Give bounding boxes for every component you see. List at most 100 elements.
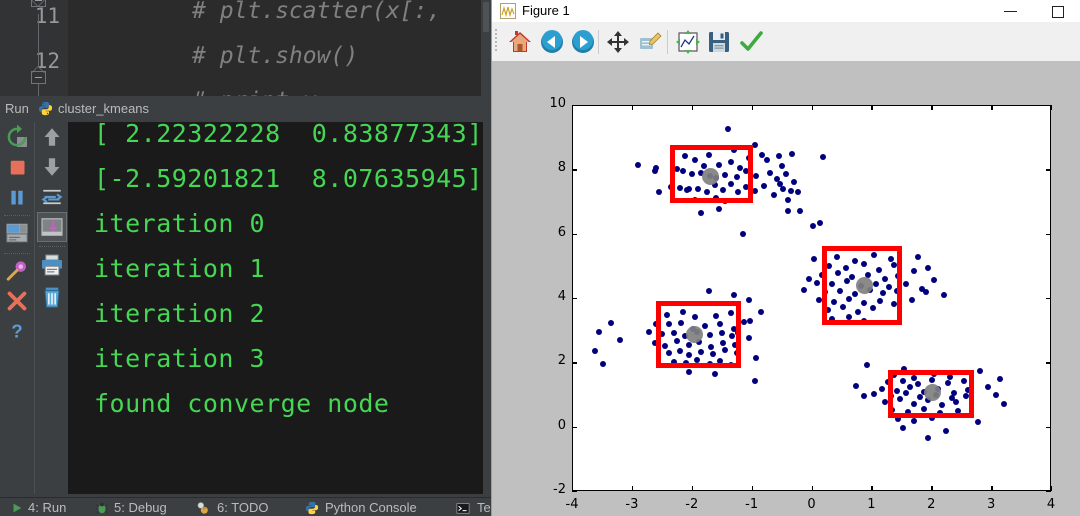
- scatter-point: [753, 354, 760, 361]
- status-tab-python-console[interactable]: Python Console: [325, 500, 417, 515]
- terminal-icon: [456, 503, 470, 514]
- editor-gutter[interactable]: 11 12 13: [0, 0, 68, 118]
- green-check-icon: [740, 31, 763, 51]
- y-axis-tick-label: 0: [557, 417, 566, 433]
- rerun-button[interactable]: [2, 122, 32, 152]
- y-axis-tick-mark: [572, 491, 577, 493]
- scatter-point: [915, 253, 922, 260]
- y-axis-tick-mark: [572, 169, 577, 171]
- code-line: # plt.scatter(x[:,: [192, 0, 442, 24]
- close-x-icon: [7, 291, 27, 311]
- x-axis-tick-mark: [991, 486, 993, 491]
- scatter-point: [715, 205, 722, 212]
- save-figure-button[interactable]: [705, 28, 733, 56]
- code-editor[interactable]: 11 12 13 # plt.scatter(x[:, # plt.show()…: [0, 0, 491, 118]
- scatter-point: [652, 164, 659, 171]
- scatter-point: [784, 196, 791, 203]
- scatter-point: [724, 126, 731, 133]
- status-tab-terminal[interactable]: Te: [477, 500, 491, 515]
- editor-scrollbar[interactable]: [481, 0, 491, 96]
- x-axis-tick-mark: [931, 486, 933, 491]
- run-tool-window-header: Run cluster_kmeans: [0, 96, 491, 122]
- run-configuration-name[interactable]: cluster_kmeans: [58, 101, 149, 116]
- home-button[interactable]: [506, 28, 534, 56]
- scatter-point: [766, 169, 773, 176]
- scatter-point: [909, 296, 916, 303]
- y-axis-tick-mark-right: [1046, 169, 1051, 171]
- scatter-point: [775, 152, 782, 159]
- matplotlib-figure-window: Figure 1 -2 0 2 4 6 8 10 -4 -3 -2 -1 0 1…: [491, 0, 1080, 516]
- x-axis-tick-mark-top: [572, 105, 574, 110]
- status-tab-todo[interactable]: 6: TODO: [217, 500, 269, 515]
- code-fold-line: [38, 14, 39, 72]
- toolbar-drag-handle[interactable]: [495, 29, 499, 55]
- minimize-button[interactable]: [988, 0, 1034, 22]
- y-axis-tick-mark-right: [1046, 491, 1051, 493]
- x-axis-tick-mark-top: [751, 105, 754, 110]
- scroll-down-button[interactable]: [37, 152, 67, 182]
- scrollbar-thumb[interactable]: [483, 2, 489, 32]
- status-bar: 4: Run 5: Debug 6: TODO Python Console T…: [0, 497, 491, 516]
- pin-tab-button[interactable]: [2, 256, 32, 286]
- scatter-point: [607, 320, 614, 327]
- figure-canvas[interactable]: -2 0 2 4 6 8 10 -4 -3 -2 -1 0 1 2 3 4: [492, 61, 1080, 516]
- plot-axes[interactable]: [572, 105, 1051, 491]
- scatter-point: [778, 163, 785, 170]
- scatter-point: [815, 296, 822, 303]
- python-icon: [38, 101, 53, 116]
- scatter-point: [685, 368, 692, 375]
- floppy-save-icon: [709, 32, 729, 52]
- scatter-point: [992, 392, 999, 399]
- pan-button[interactable]: [604, 28, 632, 56]
- scatter-point: [634, 161, 641, 168]
- print-button[interactable]: [37, 250, 67, 280]
- scatter-point: [809, 222, 816, 229]
- scatter-point: [790, 179, 797, 186]
- scatter-point: [763, 156, 770, 163]
- configure-subplots-button[interactable]: [674, 28, 702, 56]
- x-axis-tick-label: 1: [867, 497, 876, 512]
- console-icon: [6, 223, 28, 243]
- stop-button[interactable]: [2, 152, 32, 182]
- x-axis-tick-mark: [691, 486, 694, 491]
- figure-title-bar[interactable]: Figure 1: [492, 0, 1080, 22]
- console-scrollbar[interactable]: [483, 122, 491, 494]
- console-line: [ 2.22322228 0.83877343]: [94, 122, 483, 148]
- cluster-centroid-marker: [855, 277, 873, 295]
- x-axis-tick-label: 2: [927, 497, 936, 512]
- maximize-button[interactable]: [1035, 0, 1080, 22]
- y-axis-tick-label: -2: [553, 482, 566, 497]
- figure-toolbar: [492, 22, 1080, 62]
- console-line: iteration 3: [94, 344, 266, 373]
- help-button[interactable]: ?: [2, 316, 32, 346]
- back-button[interactable]: [538, 28, 566, 56]
- scatter-point: [796, 208, 803, 215]
- soft-wrap-button[interactable]: [37, 182, 67, 212]
- zoom-rect-button[interactable]: [636, 28, 664, 56]
- scatter-point: [616, 336, 623, 343]
- clear-all-button[interactable]: [37, 282, 67, 312]
- pause-button[interactable]: [2, 182, 32, 212]
- x-axis-tick-label: 3: [986, 497, 996, 512]
- apply-button[interactable]: [737, 28, 765, 56]
- console-view-button[interactable]: [2, 218, 32, 248]
- forward-button[interactable]: [569, 28, 597, 56]
- y-axis-tick-label: 8: [557, 160, 566, 176]
- status-tab-run[interactable]: 4: Run: [28, 500, 66, 515]
- console-line: iteration 0: [94, 209, 266, 238]
- run-console-output[interactable]: [ 2.22322228 0.83877343] [-2.59201821 8.…: [68, 122, 483, 494]
- code-fold-box[interactable]: [31, 71, 46, 84]
- scroll-to-end-button[interactable]: [37, 212, 67, 242]
- close-button[interactable]: [2, 286, 32, 316]
- toolbar-separator: [667, 30, 668, 54]
- scatter-point: [739, 231, 746, 238]
- x-axis-tick-mark-top: [811, 105, 813, 110]
- question-mark-icon: ?: [11, 320, 22, 341]
- scroll-up-button[interactable]: [37, 122, 67, 152]
- toolbar-separator: [598, 30, 599, 54]
- run-play-icon: [13, 503, 22, 513]
- run-toolbar-secondary: [34, 122, 69, 494]
- status-tab-debug[interactable]: 5: Debug: [114, 500, 167, 515]
- code-fold-box[interactable]: [31, 0, 46, 7]
- y-axis-tick-mark-right: [1046, 233, 1051, 236]
